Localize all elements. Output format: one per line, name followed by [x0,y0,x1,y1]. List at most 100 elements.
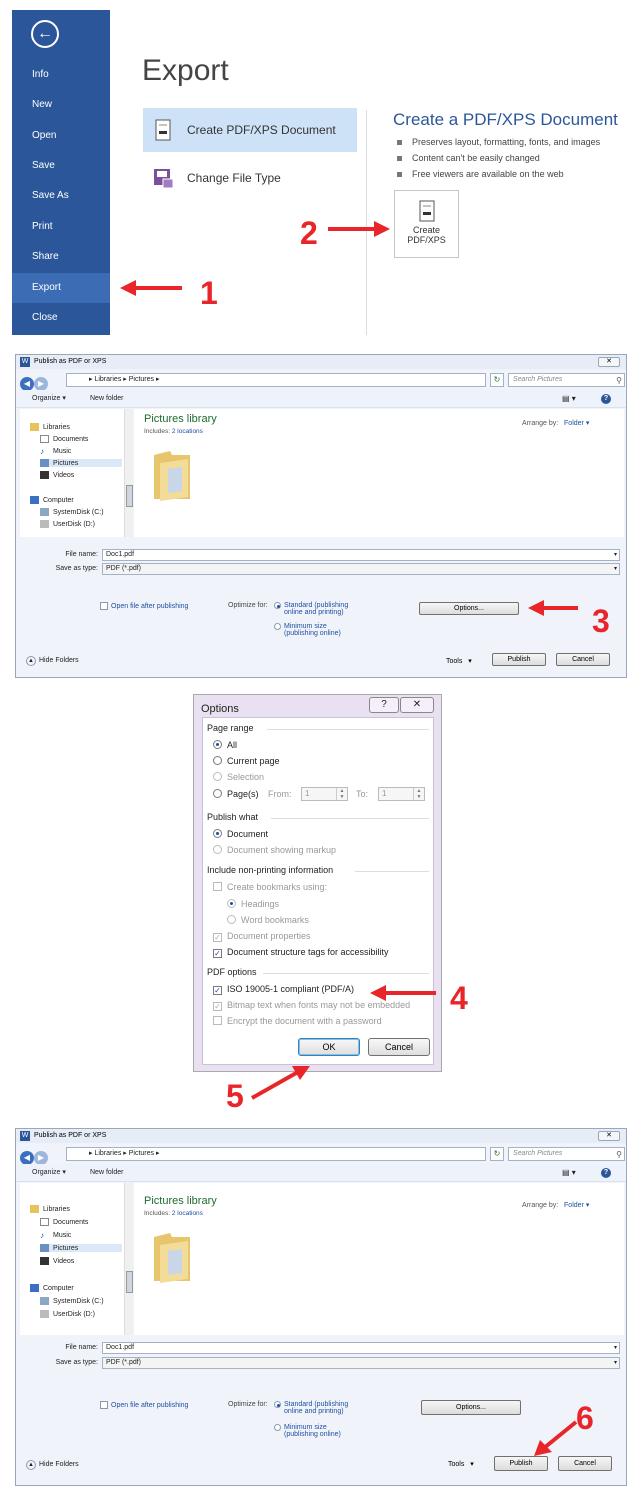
tree-scrollbar[interactable] [124,1183,133,1335]
tree-item-computer[interactable]: Computer [30,496,74,504]
organize-button[interactable]: Organize ▾ [32,1164,66,1182]
tree-item-user-disk[interactable]: UserDisk (D:) [40,1310,95,1318]
tree-item-libraries[interactable]: Libraries [30,1205,70,1213]
spinner-arrows-icon[interactable]: ▲ ▼ [336,788,347,800]
tree-item-music[interactable]: ♪ Music [40,1231,71,1240]
tree-item-libraries[interactable]: Libraries [30,423,70,431]
menu-item-close[interactable]: Close [12,303,110,333]
menu-item-save[interactable]: Save [12,151,110,181]
radio-document[interactable]: Document [213,829,268,839]
menu-item-print[interactable]: Print [12,212,110,242]
tree-item-pictures[interactable]: Pictures [40,459,122,467]
tools-dropdown[interactable]: Tools ▾ [448,1460,474,1468]
refresh-icon[interactable]: ↻ [490,1147,504,1161]
tree-item-system-disk[interactable]: SystemDisk (C:) [40,1297,104,1305]
optimize-standard-radio[interactable]: Standard (publishing online and printing) [274,1401,348,1415]
chevron-down-icon[interactable]: ▾ [614,1358,617,1368]
breadcrumb-item[interactable]: Libraries [94,376,121,383]
tree-item-documents[interactable]: Documents [40,435,88,443]
menu-item-info[interactable]: Info [12,60,110,90]
radio-button[interactable] [274,1401,281,1408]
radio-button[interactable] [213,756,222,765]
close-button[interactable]: ✕ [400,697,434,713]
create-pdf-option[interactable]: Create PDF/XPS Document [143,108,357,152]
checkbox[interactable]: ✓ [213,949,222,958]
menu-item-save-as[interactable]: Save As [12,181,110,211]
radio-current-page[interactable]: Current page [213,756,280,766]
save-type-select[interactable]: PDF (*.pdf) ▾ [102,563,620,575]
help-button[interactable]: ? [369,697,399,713]
menu-item-new[interactable]: New [12,90,110,120]
close-button[interactable]: ✕ [598,1131,620,1141]
tree-item-music[interactable]: ♪ Music [40,447,71,456]
tree-item-documents[interactable]: Documents [40,1218,88,1226]
radio-button[interactable] [274,623,281,630]
breadcrumb-item[interactable]: Pictures [129,1150,154,1157]
refresh-icon[interactable]: ↻ [490,373,504,387]
spinner-arrows-icon[interactable]: ▲ ▼ [413,788,424,800]
create-pdf-xps-button[interactable]: Create PDF/XPS [394,190,459,258]
optimize-minimum-radio[interactable]: Minimum size (publishing online) [274,1424,341,1438]
optimize-minimum-radio[interactable]: Minimum size (publishing online) [274,623,341,637]
organize-button[interactable]: Organize ▾ [32,390,66,408]
back-arrow-icon[interactable]: ◀ [20,377,34,391]
view-options-icon[interactable]: ▤ ▾ [562,1164,576,1182]
new-folder-button[interactable]: New folder [90,390,123,408]
to-spinner[interactable]: 1 ▲ ▼ [378,787,425,801]
menu-item-share[interactable]: Share [12,242,110,272]
checkbox[interactable] [100,602,108,610]
open-after-checkbox[interactable]: Open file after publishing [100,1401,188,1409]
checkbox-doc-structure[interactable]: ✓ Document structure tags for accessibili… [213,947,389,958]
search-input[interactable]: Search Pictures ⚲ [508,373,625,387]
radio-button[interactable] [213,789,222,798]
checkbox[interactable]: ✓ [213,986,222,995]
forward-arrow-icon[interactable]: ▶ [34,377,48,391]
tools-dropdown[interactable]: Tools ▾ [446,657,472,665]
chevron-down-icon[interactable]: ▾ [614,564,617,574]
file-name-input[interactable]: Doc1.pdf ▾ [102,1342,620,1354]
cancel-button[interactable]: Cancel [368,1038,430,1056]
file-name-input[interactable]: Doc1.pdf ▾ [102,549,620,561]
options-button[interactable]: Options... [421,1400,521,1415]
menu-item-open[interactable]: Open [12,121,110,151]
breadcrumb-item[interactable]: Libraries [94,1150,121,1157]
breadcrumb-item[interactable]: Pictures [129,376,154,383]
back-arrow-icon[interactable]: ◀ [20,1151,34,1165]
radio-button[interactable] [213,829,222,838]
from-spinner[interactable]: 1 ▲ ▼ [301,787,348,801]
change-file-type-option[interactable]: Change File Type [143,156,357,200]
view-options-icon[interactable]: ▤ ▾ [562,390,576,408]
arrange-dropdown[interactable]: Folder ▾ [564,420,589,427]
tree-item-pictures[interactable]: Pictures [40,1244,122,1252]
forward-arrow-icon[interactable]: ▶ [34,1151,48,1165]
help-icon[interactable]: ? [601,1168,611,1178]
tree-item-videos[interactable]: Videos [40,471,74,479]
open-after-checkbox[interactable]: Open file after publishing [100,602,188,610]
cancel-button[interactable]: Cancel [558,1456,612,1471]
breadcrumb[interactable]: ▸ Libraries ▸ Pictures ▸ [66,373,486,387]
new-folder-button[interactable]: New folder [90,1164,123,1182]
checkbox-iso[interactable]: ✓ ISO 19005-1 compliant (PDF/A) [213,984,354,995]
folder-icon[interactable] [150,447,194,503]
hide-folders-button[interactable]: ▲ Hide Folders [26,656,79,666]
publish-button[interactable]: Publish [494,1456,548,1471]
optimize-standard-radio[interactable]: Standard (publishing online and printing) [274,602,348,616]
options-button[interactable]: Options... [419,602,519,615]
save-type-select[interactable]: PDF (*.pdf) ▾ [102,1357,620,1369]
search-input[interactable]: Search Pictures ⚲ [508,1147,625,1161]
menu-item-export[interactable]: Export [12,273,110,303]
tree-scrollbar[interactable] [124,409,133,537]
scroll-thumb[interactable] [126,485,133,507]
tree-item-system-disk[interactable]: SystemDisk (C:) [40,508,104,516]
tree-item-user-disk[interactable]: UserDisk (D:) [40,520,95,528]
radio-button[interactable] [213,740,222,749]
breadcrumb[interactable]: ▸ Libraries ▸ Pictures ▸ [66,1147,486,1161]
radio-button[interactable] [274,1424,281,1431]
arrange-dropdown[interactable]: Folder ▾ [564,1202,589,1209]
scroll-thumb[interactable] [126,1271,133,1293]
cancel-button[interactable]: Cancel [556,653,610,666]
folder-icon[interactable] [150,1229,194,1285]
chevron-down-icon[interactable]: ▾ [614,1343,617,1353]
tree-item-computer[interactable]: Computer [30,1284,74,1292]
hide-folders-button[interactable]: ▲ Hide Folders [26,1460,79,1470]
